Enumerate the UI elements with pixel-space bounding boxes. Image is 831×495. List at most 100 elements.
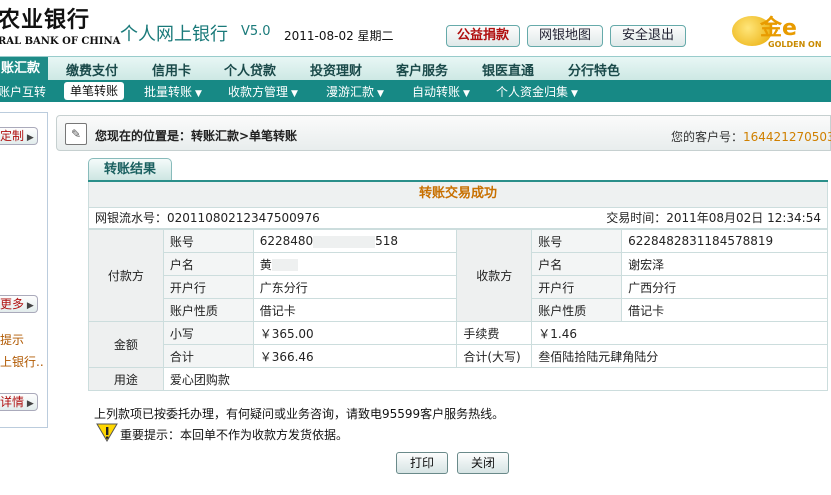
amount-header: 金额 — [88, 321, 164, 368]
table-row: 合计 ￥366.46 合计(大写) 叁佰陆拾陆元肆角陆分 — [89, 344, 828, 368]
subnav-label: 批量转账 — [144, 85, 193, 99]
subnav-label: 收款方管理 — [228, 85, 289, 99]
location-bar: ✎ 您现在的位置是：转账汇款>单笔转账 您的客户号：1644212705031 — [56, 115, 831, 151]
subnav-label: 个人资金归集 — [496, 85, 569, 99]
table-row: 付款方 账号 6228480 518 收款方 账号 622848283118457… — [88, 229, 828, 322]
arrow-right-icon: ▶ — [24, 133, 34, 143]
chevron-down-icon: ▼ — [195, 89, 202, 99]
bank-logo-cn: 农业银行 — [0, 7, 91, 33]
chevron-down-icon: ▼ — [463, 89, 470, 99]
nav-transfer[interactable]: 账汇款 — [0, 57, 48, 81]
customize-button[interactable]: 定制 ▶ — [0, 127, 38, 145]
golden-logo-cn: 金e — [760, 16, 797, 41]
time-label: 交易时间： — [606, 211, 667, 225]
page: 农业银行 RAL BANK OF CHINA 个人网上银行 V5.0 2011-… — [0, 0, 831, 495]
chevron-down-icon: ▼ — [291, 89, 298, 99]
subnav-single-transfer[interactable]: 单笔转账 — [64, 82, 125, 100]
payer-account-label: 账号 — [162, 229, 254, 253]
serial-label: 网银流水号： — [95, 211, 168, 225]
close-button[interactable]: 关闭 — [457, 452, 509, 474]
subnav-label: 自动转账 — [412, 85, 461, 99]
more-button[interactable]: 更多 ▶ — [0, 295, 38, 313]
payer-name-label: 户名 — [162, 252, 254, 276]
nav-loan[interactable]: 个人贷款 — [224, 60, 276, 79]
payee-account-label: 账号 — [531, 229, 623, 253]
detail-label: 详情 — [0, 395, 25, 409]
breadcrumb: 您现在的位置是：转账汇款>单笔转账 — [95, 129, 298, 143]
payer-account-prefix: 6228480 — [259, 234, 314, 248]
payee-type-value: 借记卡 — [621, 298, 828, 322]
nav-service[interactable]: 客户服务 — [396, 60, 448, 79]
nav-investment[interactable]: 投资理财 — [310, 60, 362, 79]
tab-transfer-result[interactable]: 转账结果 — [88, 158, 172, 180]
customize-label: 定制 — [0, 129, 25, 143]
serial-number: 网银流水号：02011080212347500976 — [95, 208, 320, 228]
donate-button[interactable]: 公益捐款 — [446, 25, 520, 47]
subnav-auto-transfer[interactable]: 自动转账 ▼ — [412, 83, 470, 100]
print-button[interactable]: 打印 — [396, 452, 448, 474]
payer-name-value: 黄 — [252, 252, 458, 276]
customer-number-label: 您的客户号： — [671, 130, 744, 144]
subnav-account-transfer[interactable]: 账户互转 — [0, 83, 46, 100]
nav-credit-card[interactable]: 信用卡 — [152, 60, 191, 79]
notice-text: 上列款项已按委托办理，有何疑问或业务咨询，请致电95599客户服务热线。 — [94, 407, 505, 421]
payer-type-label: 账户性质 — [162, 298, 254, 322]
logout-button[interactable]: 安全退出 — [610, 25, 686, 47]
golden-e-logo: 金e GOLDEN ON — [728, 8, 831, 54]
subnav-label: 漫游汇款 — [326, 85, 375, 99]
amount-small-value: ￥365.00 — [252, 321, 458, 345]
arrow-right-icon: ▶ — [24, 301, 34, 311]
subnav-fund-collect[interactable]: 个人资金归集 ▼ — [496, 83, 578, 100]
subnav-batch-transfer[interactable]: 批量转账 ▼ — [144, 83, 202, 100]
serial-value: 02011080212347500976 — [167, 211, 320, 225]
subnav-payee-manage[interactable]: 收款方管理 ▼ — [228, 83, 298, 100]
payer-bank-label: 开户行 — [162, 275, 254, 299]
masked-text — [271, 259, 298, 271]
sidebar-link-tips[interactable]: 提示 — [0, 331, 24, 348]
transaction-time: 交易时间：2011年08月02日 12:34:54 — [606, 208, 821, 228]
nav-branch[interactable]: 分行特色 — [568, 60, 620, 79]
amount-total-label: 合计 — [162, 344, 254, 368]
payee-account-value: 6228482831184578819 — [621, 229, 828, 253]
subnav-label: 账户互转 — [0, 85, 47, 99]
payee-name-label: 户名 — [531, 252, 623, 276]
payer-type-value: 借记卡 — [252, 298, 458, 322]
payee-type-label: 账户性质 — [531, 298, 623, 322]
result-title: 转账交易成功 — [88, 182, 828, 207]
transfer-detail-table: 付款方 账号 6228480 518 收款方 账号 622848283118457… — [88, 229, 829, 391]
main-nav: 账汇款 缴费支付 信用卡 个人贷款 投资理财 客户服务 银医直通 分行特色 — [0, 56, 831, 81]
time-value: 2011年08月02日 12:34:54 — [666, 211, 821, 225]
golden-logo-en: GOLDEN ON — [768, 40, 822, 49]
sub-nav: 账户互转 单笔转账 批量转账 ▼ 收款方管理 ▼ 漫游汇款 ▼ 自动转账 ▼ 个人资金归… — [0, 80, 831, 102]
payer-account-suffix: 518 — [375, 234, 399, 248]
table-row: 用途 爱心团购款 — [88, 367, 829, 391]
payee-bank-value: 广西分行 — [621, 275, 828, 299]
current-date: 2011-08-02 星期二 — [284, 29, 394, 43]
header: 农业银行 RAL BANK OF CHINA 个人网上银行 V5.0 2011-… — [0, 0, 831, 54]
detail-button[interactable]: 详情 ▶ — [0, 393, 38, 411]
site-map-button[interactable]: 网银地图 — [527, 25, 603, 47]
nav-hospital[interactable]: 银医直通 — [482, 60, 534, 79]
payer-header: 付款方 — [88, 229, 164, 322]
nav-payment[interactable]: 缴费支付 — [66, 60, 118, 79]
payee-header: 收款方 — [456, 229, 533, 322]
product-version: V5.0 — [241, 24, 271, 39]
sidebar-link-bank[interactable]: 上银行.. — [0, 353, 44, 370]
amount-total-value: ￥366.46 — [252, 344, 458, 368]
amount-capital-value: 叁佰陆拾陆元肆角陆分 — [531, 344, 828, 368]
more-label: 更多 — [0, 297, 25, 311]
payer-name-prefix: 黄 — [259, 257, 272, 272]
customer-number: 您的客户号：1644212705031 — [671, 128, 831, 145]
fee-value: ￥1.46 — [531, 321, 828, 345]
serial-row: 网银流水号：02011080212347500976 交易时间：2011年08月… — [88, 207, 828, 229]
fee-label: 手续费 — [456, 321, 533, 345]
purpose-label: 用途 — [88, 367, 164, 391]
warning-icon — [96, 423, 118, 442]
product-title: 个人网上银行 — [120, 24, 228, 45]
payer-account-value: 6228480 518 — [252, 229, 458, 253]
table-row: 金额 小写 ￥365.00 手续费 ￥1.46 — [88, 321, 828, 368]
customer-number-value: 1644212705031 — [743, 130, 831, 144]
payer-bank-value: 广东分行 — [252, 275, 458, 299]
subnav-roaming[interactable]: 漫游汇款 ▼ — [326, 83, 384, 100]
bank-logo-en: RAL BANK OF CHINA — [0, 36, 121, 47]
